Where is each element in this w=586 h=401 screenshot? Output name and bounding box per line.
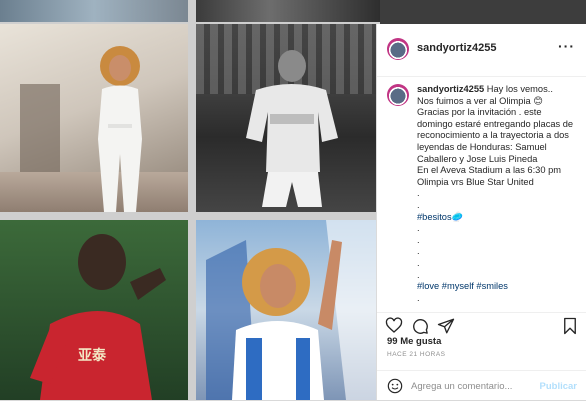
caption-line: . bbox=[417, 246, 420, 257]
comment-icon[interactable] bbox=[411, 317, 429, 335]
like-count[interactable]: 99 Me gusta bbox=[387, 336, 441, 347]
caption-line: . bbox=[417, 188, 420, 199]
grid-photo-top-right[interactable] bbox=[196, 0, 380, 22]
caption-line: En el Aveva Stadium a las 6:30 pm bbox=[417, 165, 562, 176]
caption-line: . bbox=[417, 234, 420, 245]
more-options-icon[interactable]: ··· bbox=[558, 39, 575, 53]
post-timestamp[interactable]: HACE 21 HORAS bbox=[387, 351, 446, 358]
grid-photo-top-left[interactable] bbox=[0, 0, 188, 22]
post-actions bbox=[377, 312, 586, 339]
publish-button[interactable]: Publicar bbox=[540, 381, 578, 392]
caption-line: Caballero y Jose Luis Pineda bbox=[417, 153, 538, 164]
post-detail-panel: sandyortiz4255 ··· sandyortiz4255 Hay lo… bbox=[376, 24, 586, 400]
caption-line: . bbox=[417, 199, 420, 210]
grid-photo-soccer-player[interactable] bbox=[196, 24, 380, 212]
caption-line: reconocimiento a la trayectoria a dos bbox=[417, 130, 569, 141]
post-caption: sandyortiz4255 Hay los vemos.. Nos fuimo… bbox=[377, 76, 586, 312]
caption-line: Gracias por la invitación . este bbox=[417, 107, 542, 118]
photo-grid: 亚泰 bbox=[0, 0, 380, 400]
caption-text: sandyortiz4255 Hay los vemos.. Nos fuimo… bbox=[417, 84, 579, 304]
caption-line: leyendas de Honduras: Samuel bbox=[417, 141, 547, 152]
caption-line: domingo estaré entregando placas de bbox=[417, 118, 574, 129]
caption-line: Nos fuimos a ver al Olimpia 😊 bbox=[417, 95, 543, 106]
caption-line: Hay los vemos.. bbox=[486, 84, 553, 94]
hashtags-love-myself-smiles[interactable]: #love #myself #smiles bbox=[417, 281, 579, 293]
caption-avatar[interactable] bbox=[387, 84, 409, 106]
caption-line: . bbox=[417, 257, 420, 268]
comment-input[interactable] bbox=[411, 377, 531, 395]
heart-icon[interactable] bbox=[385, 317, 403, 335]
avatar[interactable] bbox=[387, 38, 409, 60]
hashtag-besitos[interactable]: #besitos🥏 bbox=[417, 212, 579, 224]
caption-line: . bbox=[417, 292, 420, 303]
caption-username[interactable]: sandyortiz4255 bbox=[417, 84, 484, 94]
grid-photo-woman-white-outfit[interactable] bbox=[0, 24, 188, 212]
grid-photo-fan-honduras-jersey[interactable] bbox=[196, 220, 380, 400]
caption-line: . bbox=[417, 269, 420, 280]
grid-photo-red-jersey-player[interactable]: 亚泰 bbox=[0, 220, 188, 400]
post-username[interactable]: sandyortiz4255 bbox=[417, 42, 496, 54]
post-header: sandyortiz4255 ··· bbox=[377, 24, 586, 77]
emoji-icon[interactable] bbox=[387, 378, 403, 394]
share-icon[interactable] bbox=[437, 317, 455, 335]
caption-line: Olimpia vrs Blue Star United bbox=[417, 176, 534, 187]
caption-line: . bbox=[417, 223, 420, 234]
bookmark-icon[interactable] bbox=[561, 317, 579, 335]
svg-text:亚泰: 亚泰 bbox=[78, 347, 107, 364]
comment-bar: Publicar bbox=[377, 370, 586, 401]
